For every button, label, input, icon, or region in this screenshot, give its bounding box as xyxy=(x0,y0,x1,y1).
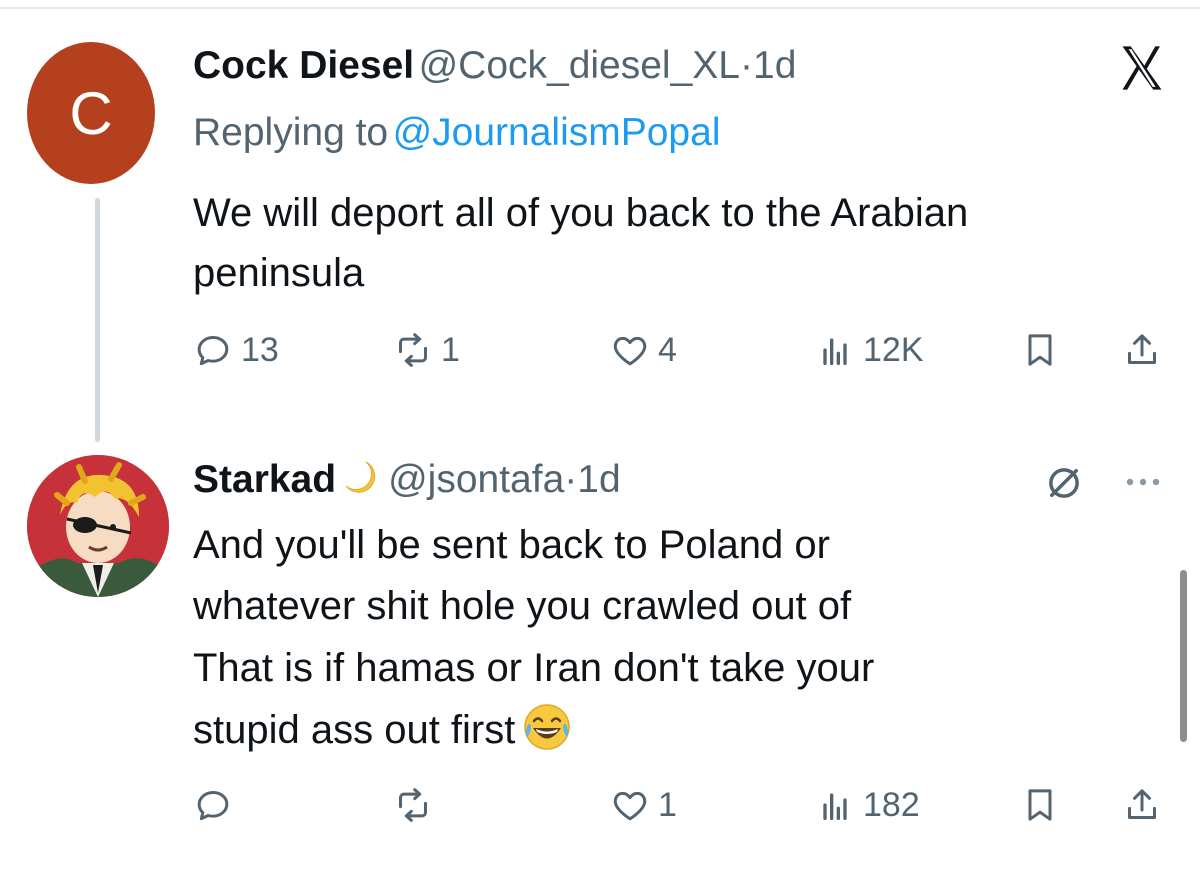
like-icon xyxy=(613,336,647,366)
share-icon xyxy=(1128,334,1156,364)
tweet2-text-line4-text: stupid ass out first xyxy=(193,708,516,752)
reply-button[interactable]: 13 xyxy=(193,330,279,370)
views-button[interactable]: 12K xyxy=(815,330,924,370)
views-button[interactable]: 182 xyxy=(815,785,920,825)
more-icon[interactable] xyxy=(1118,470,1168,494)
top-divider xyxy=(0,7,1200,9)
timestamp[interactable]: 1d xyxy=(753,44,796,87)
reply-count: 13 xyxy=(241,330,279,369)
laughing-emoji-icon xyxy=(524,704,571,750)
grok-icon[interactable] xyxy=(1043,462,1085,504)
scrollbar[interactable] xyxy=(1180,570,1187,742)
avatar[interactable] xyxy=(27,455,169,597)
tweet2-header: Starkad @jsontafa·1d xyxy=(193,458,621,502)
like-button[interactable]: 1 xyxy=(610,785,677,825)
tweet2-text-line2: whatever shit hole you crawled out of xyxy=(193,584,852,628)
repost-icon xyxy=(399,788,427,822)
replying-to-label: Replying to xyxy=(193,111,389,154)
share-button[interactable] xyxy=(1122,330,1162,370)
tweet2-text-line4: stupid ass out first xyxy=(193,700,573,760)
separator-dot: · xyxy=(740,44,753,87)
tweet2-text-line3: That is if hamas or Iran don't take your xyxy=(193,646,875,690)
views-icon xyxy=(823,338,847,365)
reply-icon xyxy=(197,336,229,366)
tweet1-text-line1: We will deport all of you back to the Ar… xyxy=(193,191,969,235)
views-icon xyxy=(823,793,847,820)
bookmark-button[interactable] xyxy=(1020,330,1060,370)
x-logo-icon xyxy=(1122,46,1162,90)
thread-connector-line xyxy=(95,198,100,442)
views-count: 12K xyxy=(863,330,924,369)
replying-to-line: Replying to @JournalismPopal xyxy=(193,111,720,155)
tweet1-header: Cock Diesel @Cock_diesel_XL·1d xyxy=(193,44,796,88)
avatar[interactable]: C xyxy=(27,42,155,184)
display-name[interactable]: Starkad xyxy=(193,458,336,501)
tweet1-text-line2: peninsula xyxy=(193,251,365,295)
bookmark-icon xyxy=(1028,789,1052,821)
handle[interactable]: @Cock_diesel_XL xyxy=(419,44,740,87)
like-count: 4 xyxy=(658,330,677,369)
reply-button[interactable] xyxy=(193,785,241,825)
like-count: 1 xyxy=(658,785,677,824)
repost-icon xyxy=(399,333,427,367)
views-count: 182 xyxy=(863,785,920,824)
like-icon xyxy=(613,791,647,821)
share-icon xyxy=(1128,789,1156,819)
bookmark-button[interactable] xyxy=(1020,785,1060,825)
repost-button[interactable] xyxy=(393,785,441,825)
separator-dot: · xyxy=(564,458,578,501)
display-name[interactable]: Cock Diesel xyxy=(193,44,414,87)
repost-count: 1 xyxy=(441,330,460,369)
timestamp[interactable]: 1d xyxy=(577,458,620,501)
anime-avatar-image xyxy=(27,455,169,597)
repost-button[interactable]: 1 xyxy=(393,330,460,370)
handle[interactable]: @jsontafa xyxy=(388,458,564,501)
tweet2-action-bar: 1 182 xyxy=(0,785,1200,835)
replying-to-handle[interactable]: @JournalismPopal xyxy=(393,111,721,154)
tweet1-action-bar: 13 1 4 12K xyxy=(0,330,1200,380)
reply-icon xyxy=(197,791,229,821)
like-button[interactable]: 4 xyxy=(610,330,677,370)
bookmark-icon xyxy=(1028,334,1052,366)
share-button[interactable] xyxy=(1122,785,1162,825)
avatar-letter: C xyxy=(69,79,113,147)
tweet2-text-line1: And you'll be sent back to Poland or xyxy=(193,523,830,567)
moon-emoji-icon xyxy=(345,461,376,493)
